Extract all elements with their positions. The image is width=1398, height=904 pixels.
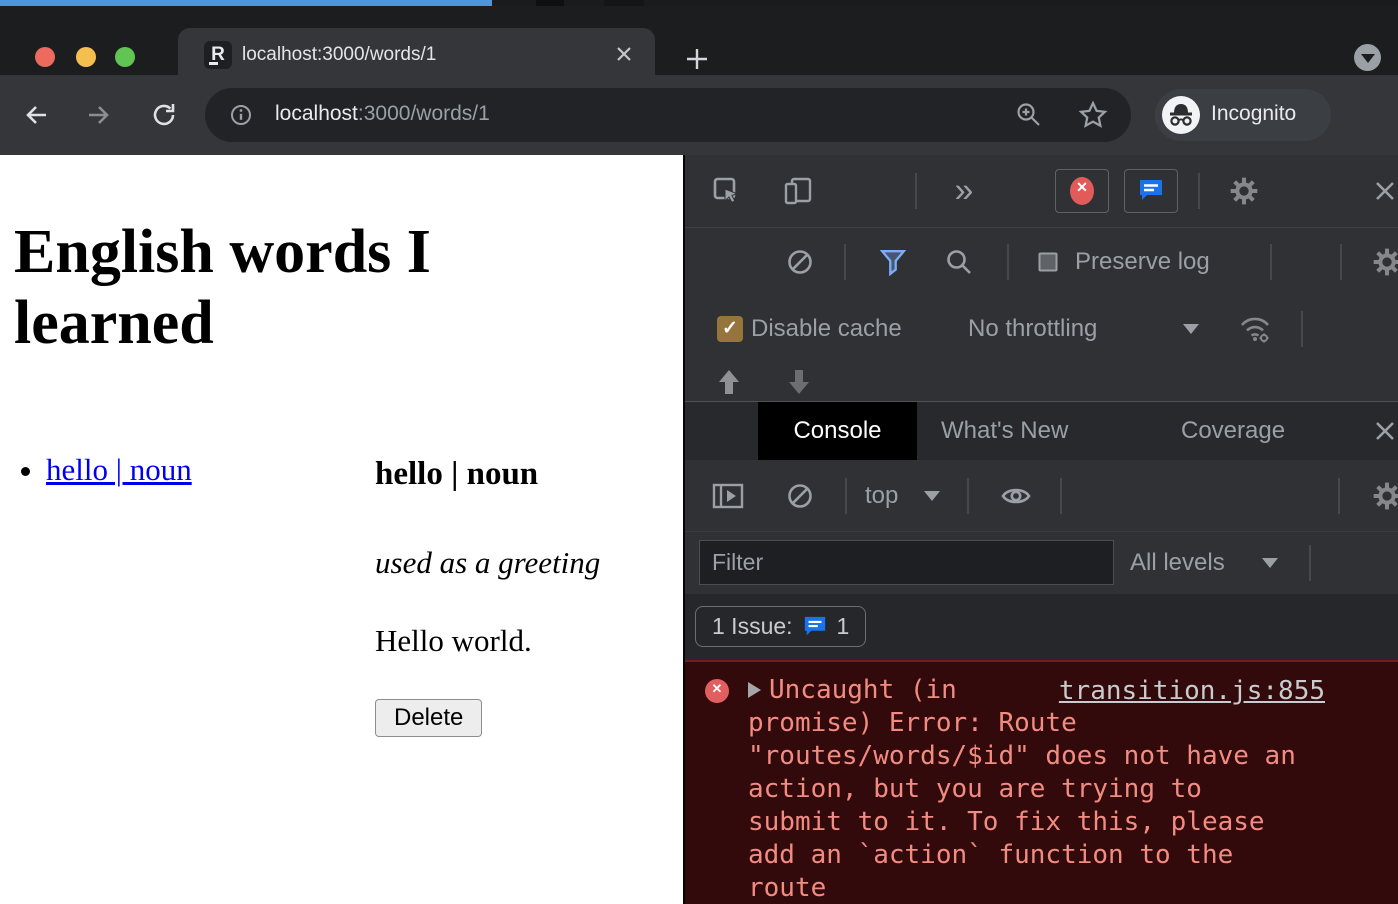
issue-label: 1 Issue:	[712, 613, 793, 640]
page-title: English words I learned	[14, 217, 614, 360]
preserve-log-label[interactable]: Preserve log	[1075, 248, 1210, 276]
search-icon[interactable]	[945, 248, 973, 276]
console-error-message: Uncaught (in promise) Error: Route "rout…	[748, 674, 1388, 904]
error-source-link[interactable]: transition.js:855	[1059, 676, 1325, 706]
devtools-close-icon[interactable]	[1373, 179, 1397, 203]
console-settings-gear-icon[interactable]	[1371, 480, 1398, 512]
word-link[interactable]: hello | noun	[46, 452, 192, 487]
error-level-icon	[705, 679, 729, 703]
url-path: :3000/words/1	[358, 102, 490, 125]
console-toolbar: top	[685, 460, 1398, 532]
drawer-close-icon[interactable]	[1373, 419, 1397, 443]
tab-title: localhost:3000/words/1	[242, 44, 436, 66]
issue-chat-icon	[802, 615, 828, 639]
devtools-panel: Preserve log Disable cache No throttling	[683, 155, 1398, 904]
error-badge-icon	[1070, 177, 1094, 205]
console-error-entry[interactable]: Uncaught (in promise) Error: Route "rout…	[685, 660, 1398, 904]
issues-button[interactable]	[1124, 169, 1178, 213]
incognito-badge: Incognito	[1155, 89, 1331, 141]
close-window-button[interactable]	[35, 47, 55, 67]
url-text[interactable]: localhost:3000/words/1	[275, 102, 490, 126]
browser-tab[interactable]: R localhost:3000/words/1	[178, 28, 655, 81]
word-definition: used as a greeting	[375, 545, 600, 581]
bookmark-star-icon[interactable]	[1078, 100, 1108, 130]
site-info-icon[interactable]	[229, 103, 253, 127]
issue-count: 1	[837, 613, 850, 640]
zoom-icon[interactable]	[1015, 101, 1043, 129]
disable-cache-checkbox[interactable]	[717, 316, 743, 342]
word-example: Hello world.	[375, 623, 600, 659]
remix-favicon-icon: R	[204, 41, 232, 69]
word-detail: hello | noun used as a greeting Hello wo…	[375, 456, 600, 737]
log-levels-select[interactable]: All levels	[1130, 549, 1225, 577]
tab-search-button[interactable]	[1354, 44, 1381, 71]
tab-strip: R localhost:3000/words/1	[0, 6, 1398, 75]
network-toolbar: Preserve log	[685, 228, 1398, 295]
incognito-label: Incognito	[1211, 102, 1296, 126]
har-import-export-row	[685, 363, 1398, 402]
reload-icon[interactable]	[150, 101, 178, 129]
incognito-icon	[1162, 96, 1200, 134]
browser-window: R localhost:3000/words/1 localhost:300	[0, 0, 1398, 904]
page-content: English words I learned hello | noun hel…	[0, 155, 683, 904]
console-filter-row: All levels	[685, 532, 1398, 594]
throttling-select[interactable]: No throttling	[968, 315, 1097, 343]
more-panels-icon[interactable]	[955, 172, 974, 211]
browser-toolbar: localhost:3000/words/1 Incognito	[0, 75, 1398, 155]
issues-chat-icon	[1137, 178, 1165, 204]
clear-console-icon[interactable]	[786, 482, 814, 510]
new-tab-button[interactable]	[684, 46, 710, 72]
console-filter-input[interactable]	[699, 540, 1114, 585]
console-issue-row: 1 Issue: 1	[685, 594, 1398, 660]
delete-button[interactable]: Delete	[375, 699, 482, 737]
tab-close-icon[interactable]	[614, 44, 634, 64]
drawer-tab-bar: Console What's New Coverage	[685, 402, 1398, 460]
expand-triangle-icon[interactable]	[748, 682, 761, 698]
settings-gear-icon[interactable]	[1228, 175, 1260, 207]
console-context-select[interactable]: top	[865, 482, 898, 510]
preserve-log-checkbox[interactable]	[1039, 252, 1058, 271]
network-conditions-row: Disable cache No throttling	[685, 295, 1398, 363]
device-toolbar-icon[interactable]	[783, 176, 813, 206]
fullscreen-window-button[interactable]	[115, 47, 135, 67]
live-expression-eye-icon[interactable]	[1000, 484, 1032, 508]
url-host: localhost	[275, 102, 358, 125]
tab-coverage[interactable]: Coverage	[1181, 417, 1285, 445]
filter-funnel-icon[interactable]	[879, 248, 907, 276]
error-count-button[interactable]	[1055, 169, 1109, 213]
tab-whats-new[interactable]: What's New	[941, 417, 1068, 445]
throttling-caret-icon[interactable]	[1183, 324, 1199, 334]
forward-icon[interactable]	[85, 101, 113, 129]
error-message-text: Uncaught (in promise) Error: Route "rout…	[748, 675, 1296, 903]
console-sidebar-icon[interactable]	[712, 483, 744, 509]
network-settings-gear-icon[interactable]	[1371, 246, 1398, 278]
disable-cache-label[interactable]: Disable cache	[751, 315, 902, 343]
context-caret-icon[interactable]	[924, 491, 940, 501]
tab-console-label: Console	[758, 417, 917, 445]
clear-network-log-icon[interactable]	[786, 248, 814, 276]
issues-counter-button[interactable]: 1 Issue: 1	[695, 606, 866, 647]
network-conditions-icon[interactable]	[1238, 314, 1272, 344]
back-icon[interactable]	[22, 101, 50, 129]
word-detail-title: hello | noun	[375, 456, 600, 493]
upload-har-icon[interactable]	[717, 369, 741, 395]
levels-caret-icon[interactable]	[1262, 558, 1278, 568]
devtools-main-toolbar	[685, 155, 1398, 228]
tab-console[interactable]: Console	[758, 402, 917, 460]
inspect-element-icon[interactable]	[712, 176, 742, 206]
minimize-window-button[interactable]	[76, 47, 96, 67]
download-har-icon[interactable]	[787, 369, 811, 395]
address-bar[interactable]: localhost:3000/words/1	[205, 88, 1131, 142]
